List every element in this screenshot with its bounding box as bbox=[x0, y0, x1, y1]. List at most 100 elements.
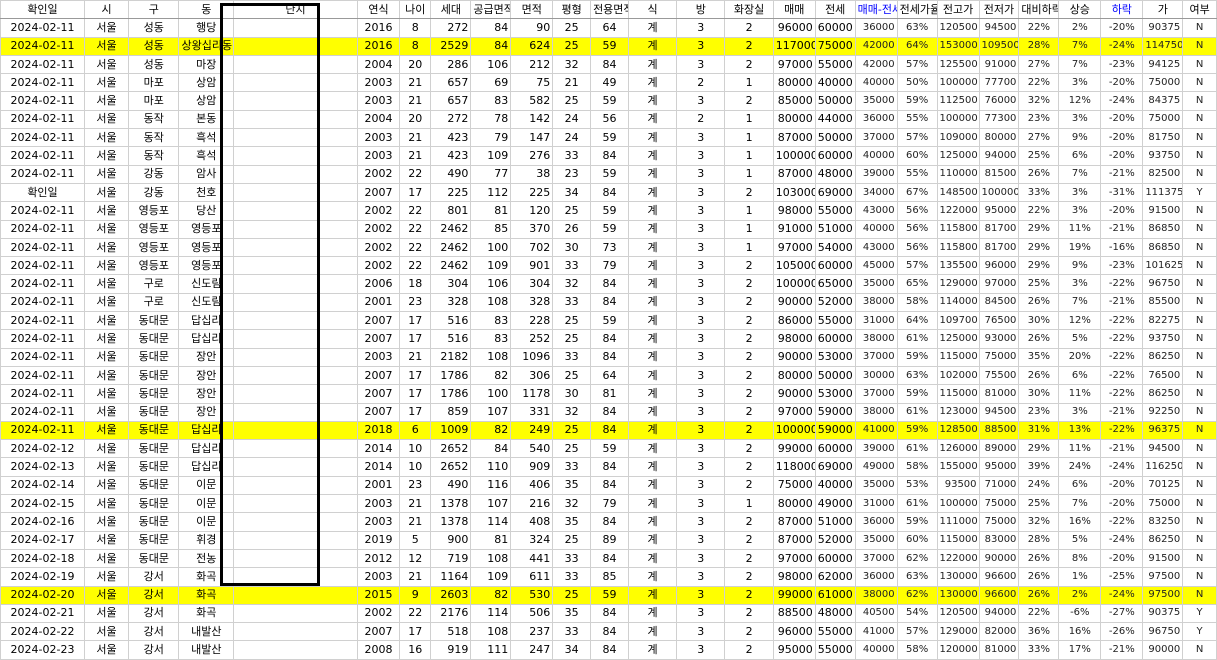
table-cell[interactable]: 영등포 bbox=[128, 237, 180, 258]
table-cell[interactable]: 55000 bbox=[814, 622, 856, 642]
table-cell[interactable]: 1786 bbox=[430, 384, 472, 404]
table-cell[interactable]: 8 bbox=[398, 18, 432, 38]
table-cell[interactable]: 24% bbox=[1018, 475, 1060, 496]
table-cell[interactable]: N bbox=[1182, 36, 1217, 56]
table-cell[interactable]: 94125 bbox=[1142, 54, 1184, 75]
table-cell[interactable]: 60000 bbox=[814, 439, 856, 459]
table-cell[interactable]: 36000 bbox=[854, 567, 898, 587]
table-cell[interactable]: 81700 bbox=[978, 237, 1020, 258]
table-cell[interactable]: 109700 bbox=[936, 311, 980, 331]
table-cell[interactable]: 1 bbox=[724, 73, 774, 93]
table-cell[interactable]: 80000 bbox=[772, 365, 816, 386]
table-cell[interactable]: 423 bbox=[430, 128, 472, 148]
table-cell[interactable]: 530 bbox=[510, 585, 554, 605]
table-cell[interactable]: 40500 bbox=[854, 603, 898, 624]
table-cell[interactable] bbox=[233, 292, 358, 313]
table-cell[interactable]: 2024-02-19 bbox=[0, 567, 85, 587]
table-cell[interactable]: 서울 bbox=[83, 292, 130, 313]
table-cell[interactable]: 33 bbox=[552, 256, 592, 276]
table-cell[interactable]: 구로 bbox=[128, 292, 180, 313]
table-cell[interactable]: N bbox=[1182, 567, 1217, 587]
table-cell[interactable]: 44000 bbox=[814, 109, 856, 130]
table-cell[interactable]: 3 bbox=[676, 585, 726, 605]
table-cell[interactable]: 84 bbox=[590, 329, 629, 349]
table-cell[interactable]: 영등포 bbox=[128, 256, 180, 276]
table-cell[interactable]: -24% bbox=[1100, 530, 1144, 550]
table-cell[interactable]: 계 bbox=[627, 311, 678, 331]
table-cell[interactable]: 답십리 bbox=[178, 311, 235, 331]
table-cell[interactable]: 86250 bbox=[1142, 384, 1184, 404]
table-cell[interactable]: 2024-02-11 bbox=[0, 54, 85, 75]
table-cell[interactable]: 108 bbox=[470, 347, 512, 367]
table-cell[interactable]: 100000 bbox=[936, 109, 980, 130]
table-cell[interactable]: 93000 bbox=[978, 329, 1020, 349]
table-cell[interactable]: N bbox=[1182, 54, 1217, 75]
table-cell[interactable]: 16 bbox=[398, 640, 432, 660]
table-cell[interactable]: 228 bbox=[510, 311, 554, 331]
table-cell[interactable]: 서울 bbox=[83, 256, 130, 276]
table-cell[interactable]: 동대문 bbox=[128, 494, 180, 514]
table-cell[interactable]: 2024-02-11 bbox=[0, 347, 85, 367]
table-cell[interactable]: 84 bbox=[470, 439, 512, 459]
table-row[interactable]: 2024-02-23 서울 강서 내발산 2008 16 919 111 247 34 84 계 3 2 9… bbox=[0, 640, 1217, 660]
table-cell[interactable]: 25% bbox=[1018, 146, 1060, 166]
table-cell[interactable]: 1378 bbox=[430, 512, 472, 532]
table-cell[interactable]: 계 bbox=[627, 164, 678, 184]
table-cell[interactable]: 2462 bbox=[430, 237, 472, 258]
table-cell[interactable]: 25 bbox=[552, 439, 592, 459]
table-cell[interactable]: 48000 bbox=[814, 603, 856, 624]
table-cell[interactable]: 90 bbox=[510, 18, 554, 38]
table-cell[interactable]: 90000 bbox=[772, 292, 816, 313]
table-cell[interactable]: 506 bbox=[510, 603, 554, 624]
table-cell[interactable]: 57% bbox=[896, 54, 938, 75]
table-cell[interactable]: -20% bbox=[1100, 548, 1144, 569]
table-cell[interactable]: 동작 bbox=[128, 128, 180, 148]
table-cell[interactable]: 36000 bbox=[854, 109, 898, 130]
table-cell[interactable]: 39000 bbox=[854, 439, 898, 459]
table-cell[interactable]: 59% bbox=[896, 420, 938, 441]
column-header[interactable]: 여부 bbox=[1182, 0, 1217, 20]
table-cell[interactable]: 2 bbox=[724, 347, 774, 367]
table-cell[interactable]: 88500 bbox=[978, 420, 1020, 441]
table-cell[interactable]: 38 bbox=[510, 164, 554, 184]
table-cell[interactable]: 2 bbox=[724, 439, 774, 459]
table-row[interactable]: 2024-02-11 서울 구로 신도림 2001 23 328 108 328 33 84 계 3 2 9… bbox=[0, 292, 1217, 313]
table-cell[interactable]: 516 bbox=[430, 311, 472, 331]
table-cell[interactable]: -22% bbox=[1100, 420, 1144, 441]
table-cell[interactable]: 답십리 bbox=[178, 457, 235, 477]
table-cell[interactable]: 96750 bbox=[1142, 622, 1184, 642]
table-cell[interactable]: 계 bbox=[627, 548, 678, 569]
table-cell[interactable]: 82 bbox=[470, 420, 512, 441]
table-cell[interactable] bbox=[233, 640, 358, 660]
table-cell[interactable]: 109000 bbox=[936, 128, 980, 148]
table-cell[interactable]: 8% bbox=[1058, 548, 1102, 569]
table-cell[interactable]: 3 bbox=[676, 164, 726, 184]
table-cell[interactable]: 110000 bbox=[936, 164, 980, 184]
table-cell[interactable]: N bbox=[1182, 402, 1217, 422]
table-cell[interactable]: 42000 bbox=[854, 54, 898, 75]
table-row[interactable]: 2024-02-22 서울 강서 내발산 2007 17 518 108 237 33 84 계 3 2 9… bbox=[0, 622, 1217, 642]
table-cell[interactable]: 30 bbox=[552, 384, 592, 404]
table-cell[interactable]: N bbox=[1182, 585, 1217, 605]
table-cell[interactable]: 3 bbox=[676, 18, 726, 38]
table-cell[interactable]: 59% bbox=[896, 347, 938, 367]
table-cell[interactable]: 2024-02-11 bbox=[0, 73, 85, 93]
table-cell[interactable]: 2024-02-15 bbox=[0, 494, 85, 514]
table-cell[interactable] bbox=[233, 164, 358, 184]
table-cell[interactable]: 계 bbox=[627, 201, 678, 221]
table-cell[interactable]: 서울 bbox=[83, 274, 130, 294]
table-cell[interactable]: 계 bbox=[627, 36, 678, 56]
table-row[interactable]: 확인일 서울 강동 천호 2007 17 225 112 225 34 84 계 3 2 103000 690… bbox=[0, 182, 1217, 203]
table-cell[interactable]: 이문 bbox=[178, 475, 235, 496]
table-cell[interactable]: 24% bbox=[1058, 457, 1102, 477]
table-cell[interactable]: 2 bbox=[724, 622, 774, 642]
table-cell[interactable]: 272 bbox=[430, 109, 472, 130]
table-cell[interactable]: 장안 bbox=[178, 384, 235, 404]
table-cell[interactable]: 24 bbox=[552, 109, 592, 130]
column-header[interactable]: 가 bbox=[1142, 0, 1184, 20]
table-cell[interactable]: 22% bbox=[1018, 73, 1060, 93]
table-cell[interactable]: 81500 bbox=[978, 164, 1020, 184]
table-cell[interactable]: 328 bbox=[510, 292, 554, 313]
table-cell[interactable]: 27% bbox=[1018, 54, 1060, 75]
table-cell[interactable]: 370 bbox=[510, 219, 554, 239]
